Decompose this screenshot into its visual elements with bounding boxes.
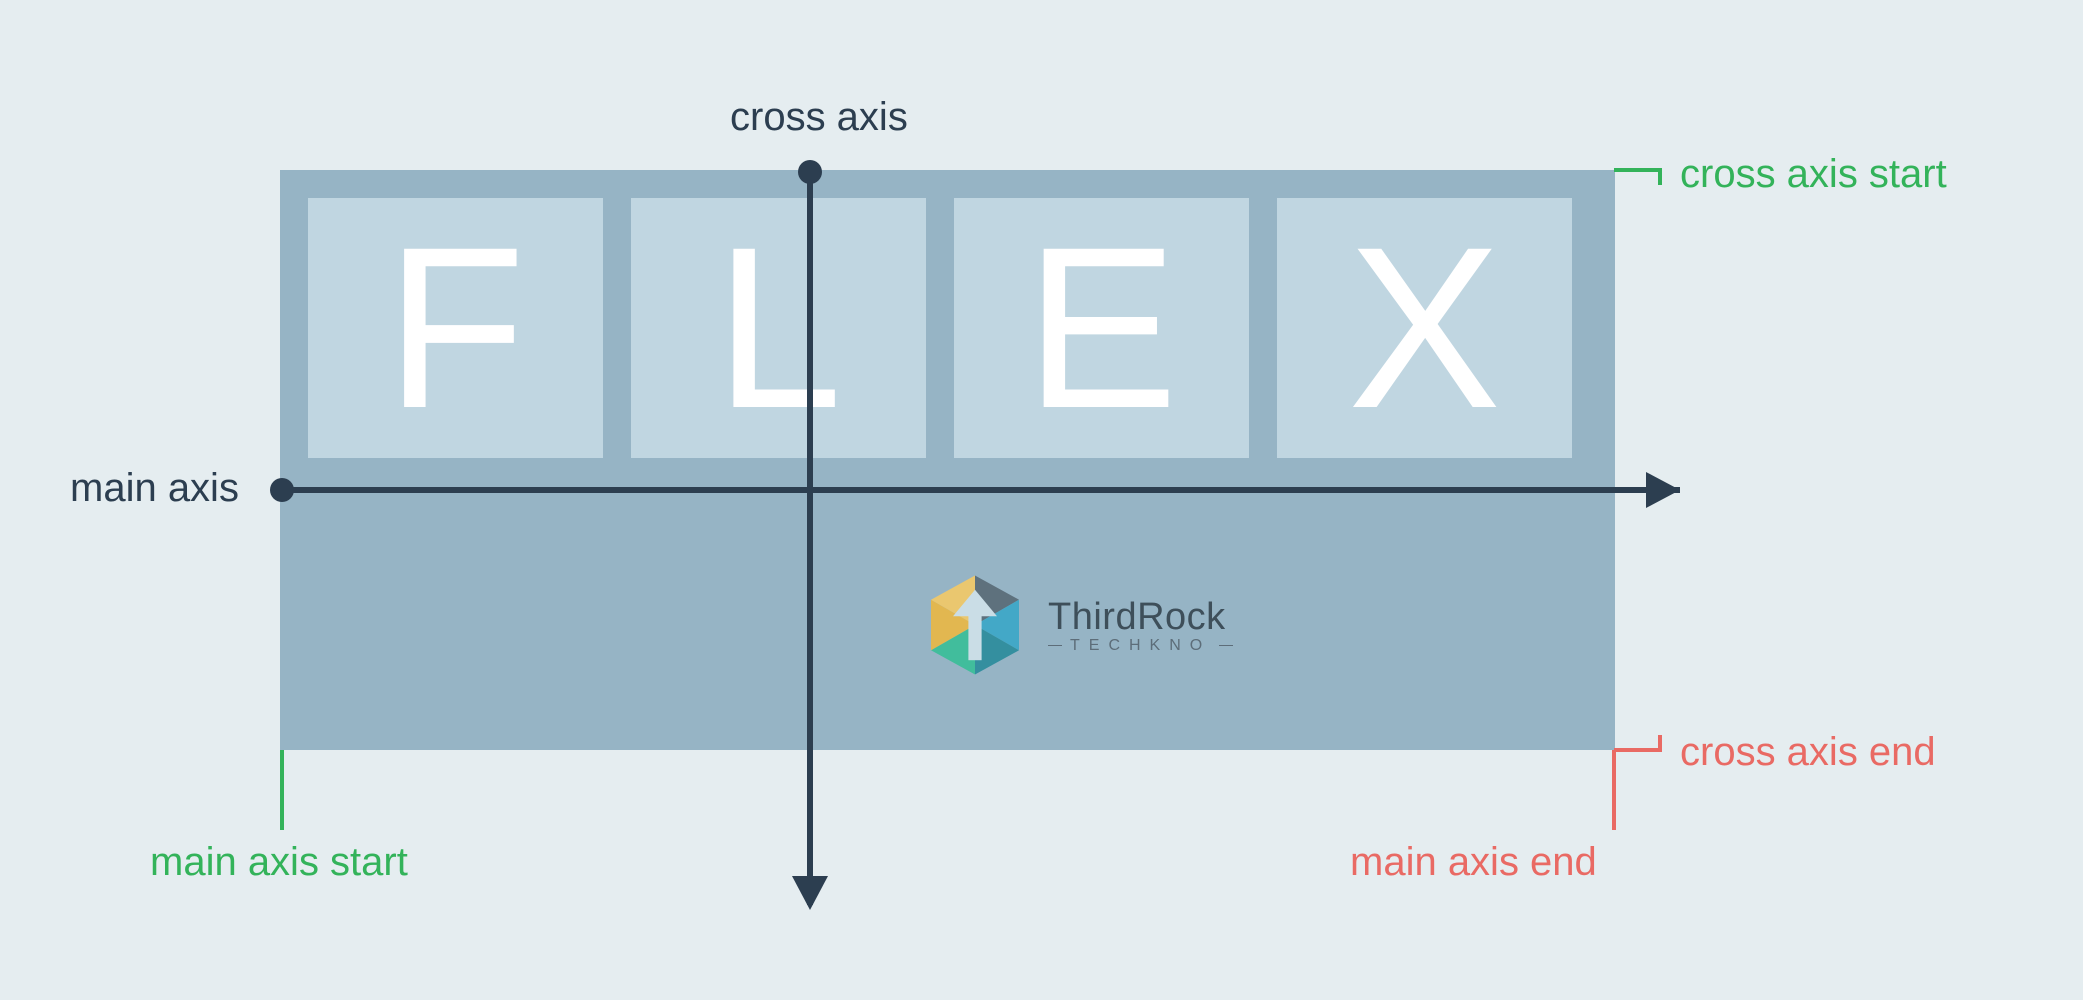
cross-axis-start-label: cross axis start — [1680, 152, 1947, 197]
flex-item-letter: F — [385, 213, 526, 443]
main-axis-start-label: main axis start — [150, 840, 408, 885]
flex-item: E — [954, 198, 1249, 458]
cross-axis-end-label: cross axis end — [1680, 730, 1936, 775]
diagram-stage: F L E X ThirdRock TECHKNO — [0, 0, 2083, 1000]
main-axis-label: main axis — [70, 466, 239, 511]
flex-items-row: F L E X — [308, 198, 1572, 458]
flex-item-letter: L — [715, 213, 843, 443]
flex-item: L — [631, 198, 926, 458]
main-axis-end-label: main axis end — [1350, 840, 1597, 885]
flex-item-letter: E — [1025, 213, 1178, 443]
logo-icon — [920, 570, 1030, 680]
logo-name: ThirdRock — [1048, 596, 1233, 639]
cross-axis-label: cross axis — [730, 95, 908, 140]
logo-tagline: TECHKNO — [1070, 637, 1211, 655]
branding-logo: ThirdRock TECHKNO — [920, 570, 1233, 680]
flex-item: X — [1277, 198, 1572, 458]
logo-text: ThirdRock TECHKNO — [1048, 596, 1233, 655]
flex-item: F — [308, 198, 603, 458]
flex-item-letter: X — [1348, 213, 1501, 443]
